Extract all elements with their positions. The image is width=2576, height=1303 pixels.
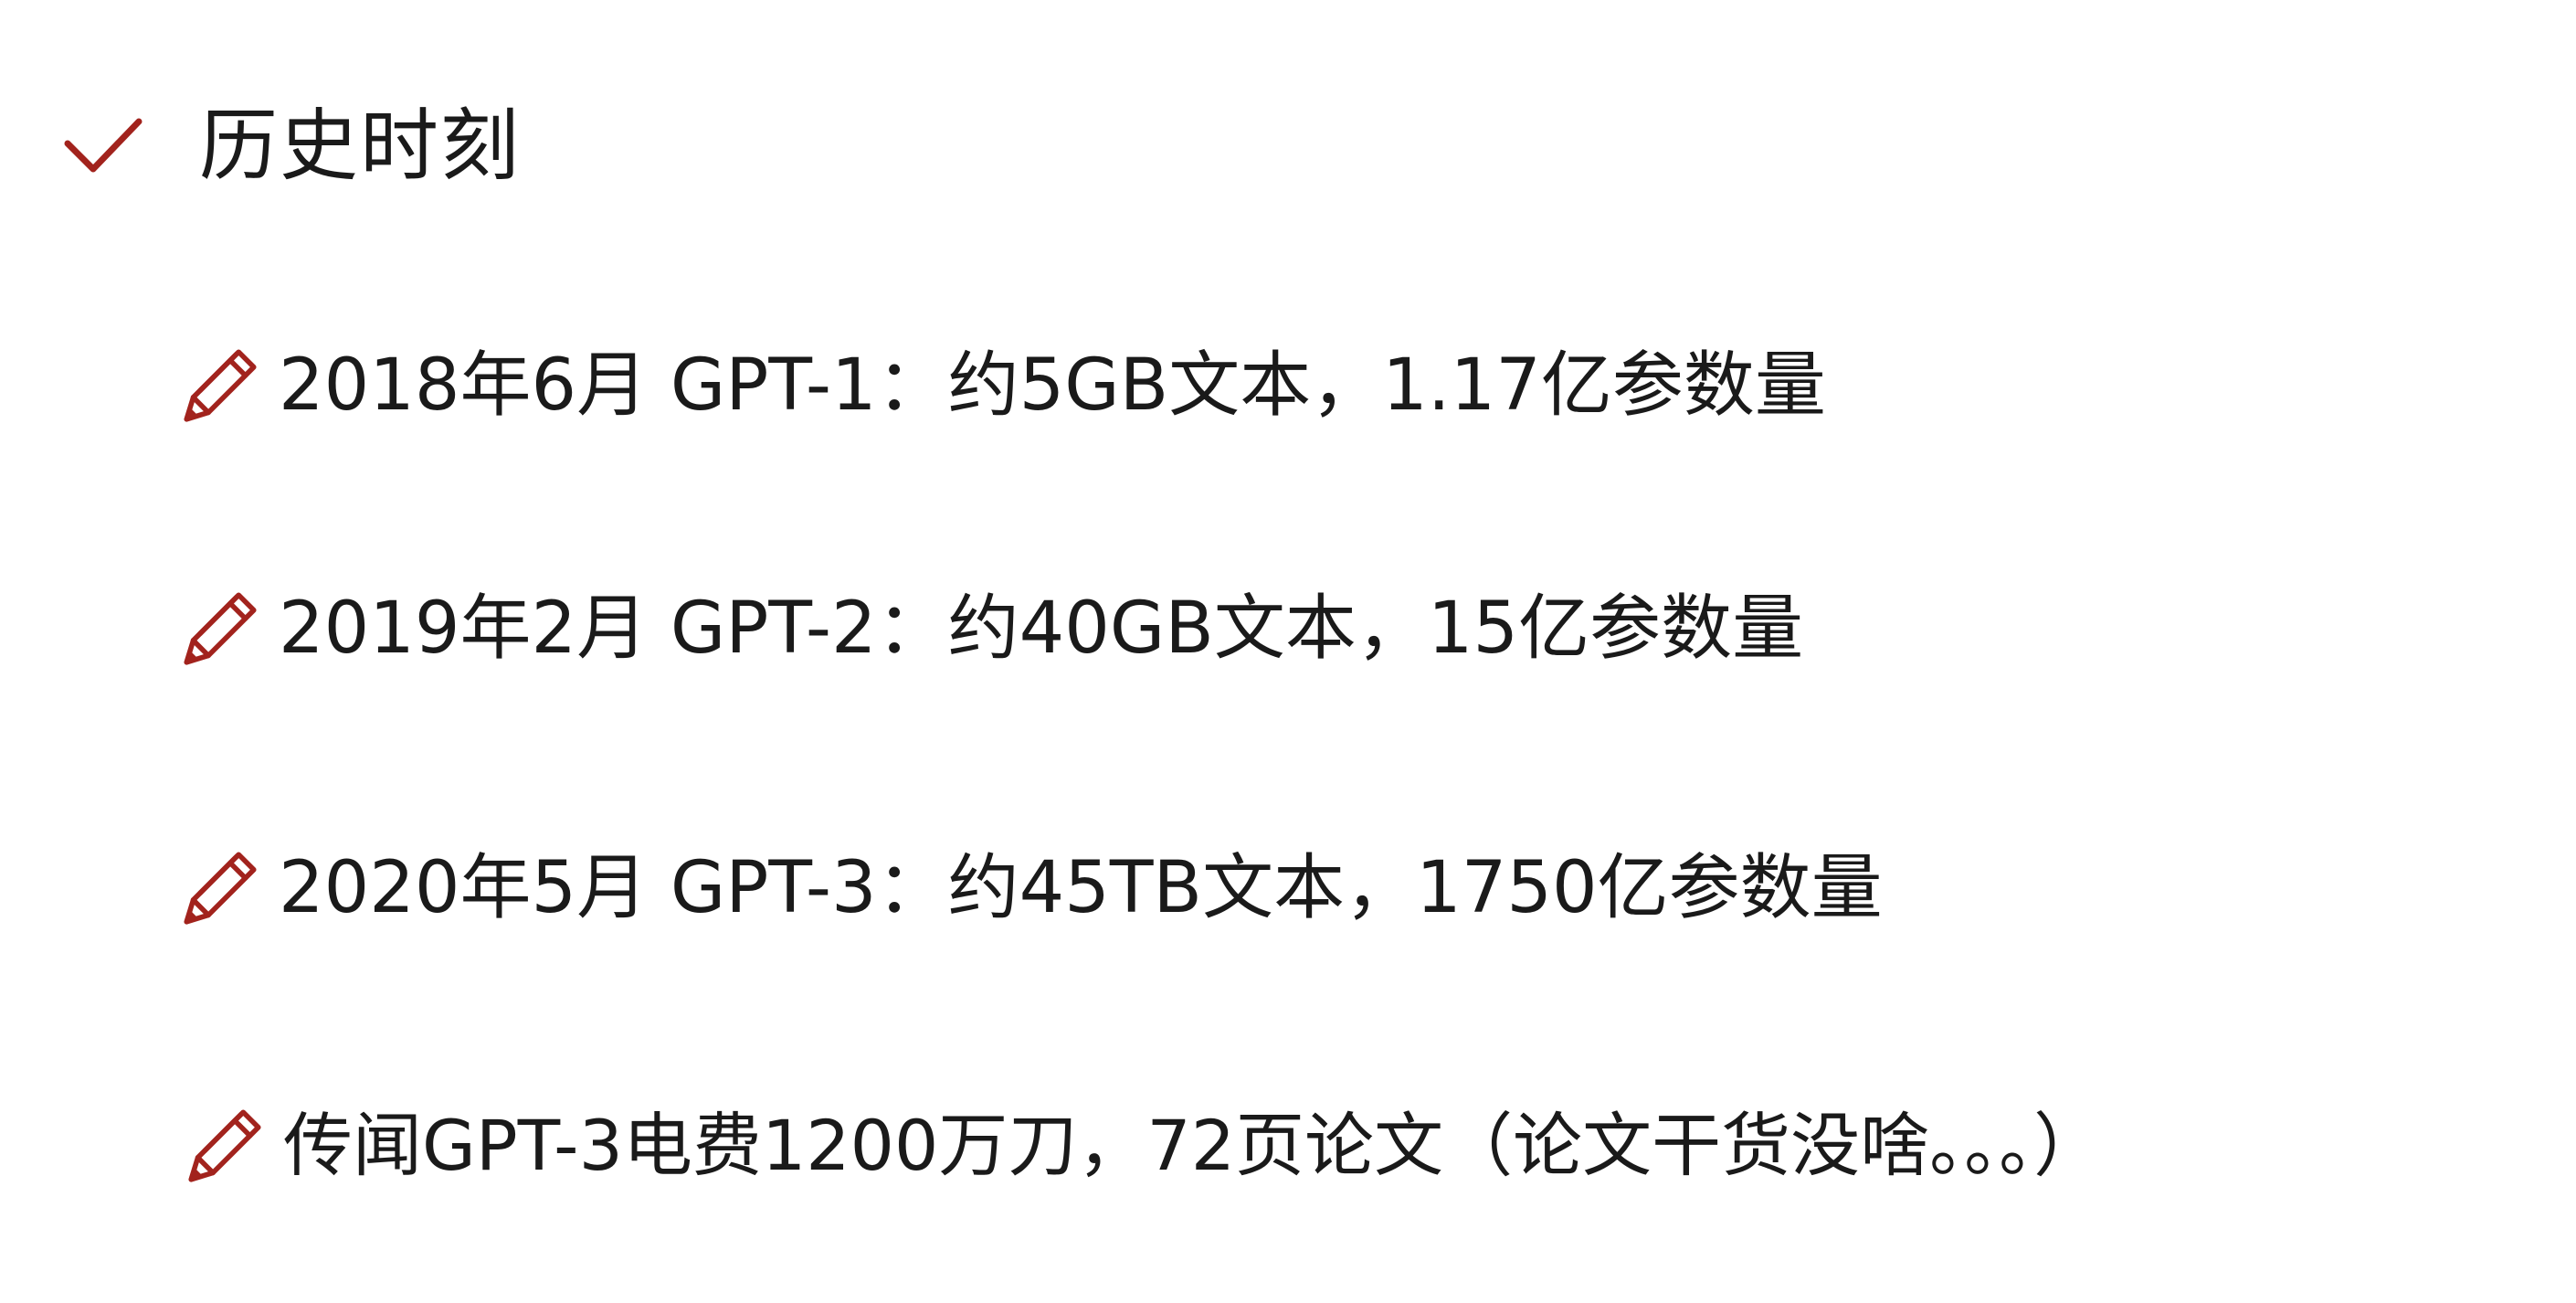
- slide: 历史时刻 2018年6月 GPT-1：约5GB文本，1.17亿参数量 2019年…: [0, 0, 2576, 1303]
- pencil-icon: [184, 592, 257, 665]
- check-icon: [64, 118, 143, 173]
- bullet-text: 传闻GPT-3电费1200万刀，72页论文（论文干货没啥。。。）: [283, 1105, 2104, 1186]
- bullet-item-gpt2: 2019年2月 GPT-2：约40GB文本，15亿参数量: [178, 574, 1803, 683]
- bullet-item-gpt3: 2020年5月 GPT-3：约45TB文本，1750亿参数量: [178, 833, 1883, 943]
- bullet-item-gpt1: 2018年6月 GPT-1：约5GB文本，1.17亿参数量: [178, 331, 1826, 440]
- bullet-text: 2020年5月 GPT-3：约45TB文本，1750亿参数量: [279, 847, 1883, 929]
- pencil-icon: [184, 349, 257, 422]
- bullet-text: 2018年6月 GPT-1：约5GB文本，1.17亿参数量: [279, 344, 1826, 427]
- bullet-text: 2019年2月 GPT-2：约40GB文本，15亿参数量: [279, 588, 1804, 670]
- heading-text: 历史时刻: [199, 101, 521, 192]
- pencil-icon: [184, 852, 257, 925]
- section-heading: 历史时刻: [62, 91, 521, 201]
- bullet-item-rumor: 传闻GPT-3电费1200万刀，72页论文（论文干货没啥。。。）: [183, 1091, 2103, 1201]
- pencil-icon: [188, 1109, 261, 1182]
